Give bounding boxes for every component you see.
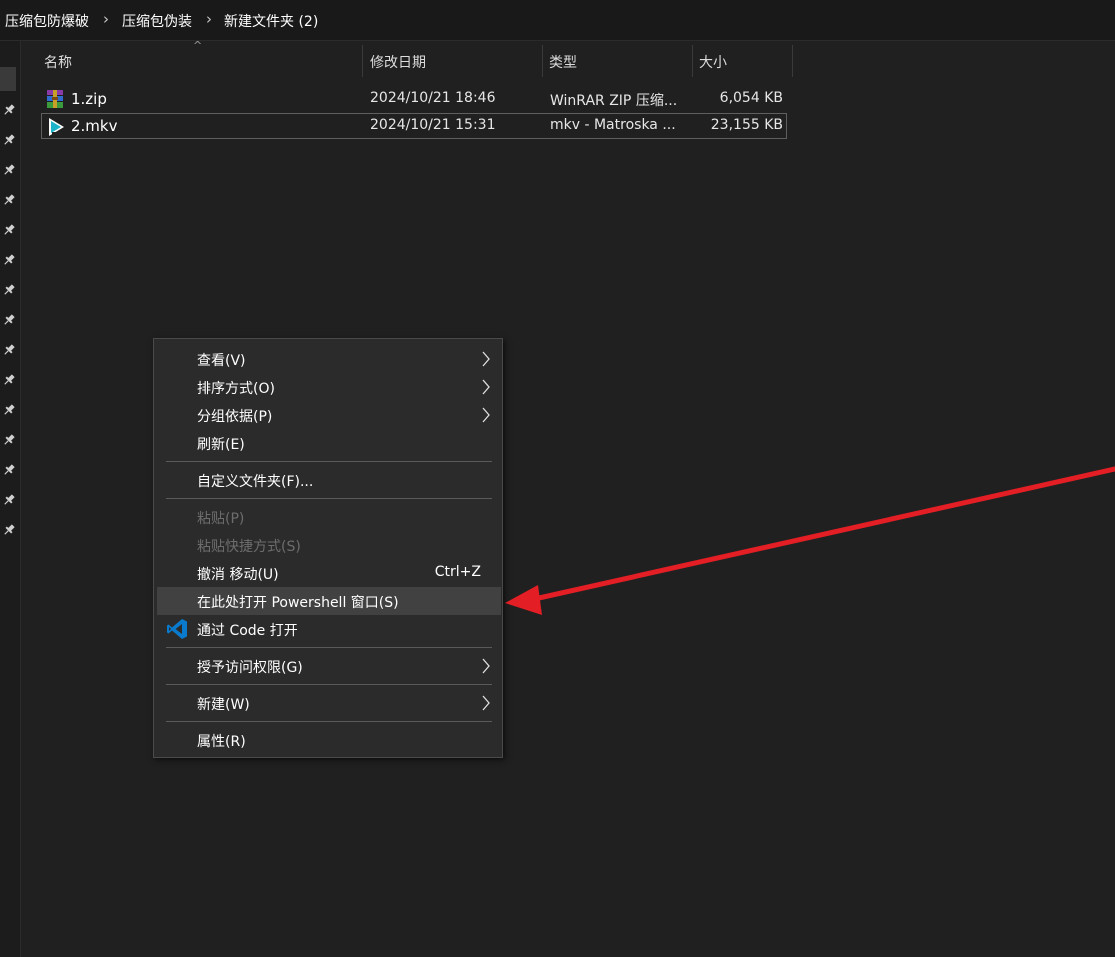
annotation-arrow (505, 466, 1115, 615)
